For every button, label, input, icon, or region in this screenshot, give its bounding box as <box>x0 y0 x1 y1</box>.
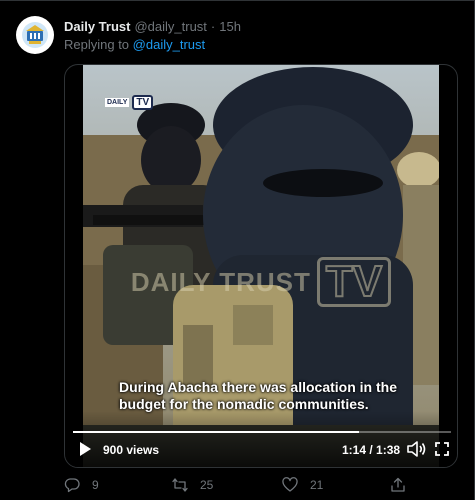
play-icon[interactable] <box>77 441 93 457</box>
reply-button[interactable]: 9 <box>64 477 99 493</box>
view-count: 900 views <box>103 443 160 457</box>
channel-logo: DAILY TV <box>105 95 154 110</box>
action-bar: 9 25 21 <box>64 477 464 495</box>
share-button[interactable] <box>390 477 406 493</box>
heart-icon <box>282 477 298 492</box>
watermark-text: DAILY TRUST <box>130 266 311 297</box>
fullscreen-icon[interactable] <box>435 442 449 456</box>
retweet-button[interactable]: 25 <box>172 477 213 493</box>
progress-fill <box>73 431 360 433</box>
tweet-header: Daily Trust @daily_trust · 15h <box>64 17 241 35</box>
watermark: DAILY TRUST TV <box>83 257 439 307</box>
daily-trust-logo-icon <box>17 17 53 53</box>
progress-bar[interactable] <box>73 431 451 433</box>
video-caption: During Abacha there was allocation in th… <box>119 379 397 412</box>
reply-icon <box>64 478 80 493</box>
watermark-tv: TV <box>316 257 392 307</box>
channel-logo-tv: TV <box>132 95 154 110</box>
media-card[interactable]: DAILY TV DAILY TRUST TV During Abacha th… <box>64 64 458 468</box>
replying-to: Replying to @daily_trust <box>64 37 205 52</box>
channel-logo-text: DAILY <box>105 98 130 107</box>
volume-icon[interactable] <box>407 440 427 458</box>
video-controls: 900 views 1:14 / 1:38 <box>65 411 457 467</box>
replying-to-link[interactable]: @daily_trust <box>133 37 205 52</box>
timecode: 1:14 / 1:38 <box>342 443 401 457</box>
avatar[interactable] <box>16 16 54 54</box>
like-count: 21 <box>310 478 324 492</box>
separator: · <box>210 18 216 34</box>
share-icon <box>391 477 405 492</box>
replying-prefix: Replying to <box>64 37 130 52</box>
timestamp[interactable]: 15h <box>219 19 241 34</box>
retweet-count: 25 <box>200 478 214 492</box>
retweet-icon <box>172 478 188 492</box>
author-name[interactable]: Daily Trust <box>64 19 130 34</box>
video-frame[interactable]: DAILY TV DAILY TRUST TV During Abacha th… <box>83 65 439 467</box>
like-button[interactable]: 21 <box>282 477 323 493</box>
reply-count: 9 <box>92 478 99 492</box>
top-divider <box>0 0 475 1</box>
author-handle[interactable]: @daily_trust <box>134 19 206 34</box>
